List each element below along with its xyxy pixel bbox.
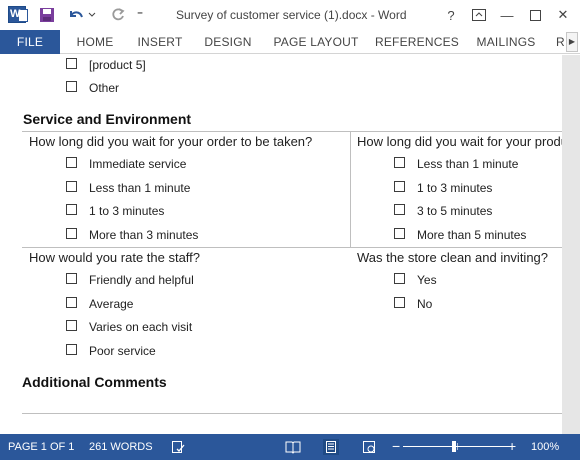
tab-mailings[interactable]: MAILINGS: [470, 30, 542, 54]
web-layout-icon[interactable]: [361, 439, 377, 455]
document-page[interactable]: [product 5] Other Service and Environmen…: [0, 55, 562, 434]
zoom-slider-tick: [457, 443, 458, 450]
tab-home[interactable]: HOME: [68, 30, 122, 54]
proofing-icon[interactable]: [170, 439, 186, 455]
word-icon[interactable]: W: [8, 6, 28, 23]
comments-line: [22, 413, 562, 414]
option-label: Less than 1 minute: [417, 157, 519, 171]
ribbon-scroll-right-button[interactable]: ▶: [566, 32, 578, 52]
table-cell-wait-product: How long did you wait for your product? …: [351, 131, 562, 247]
checkbox[interactable]: [66, 297, 77, 308]
read-mode-icon[interactable]: [285, 439, 301, 455]
maximize-icon[interactable]: [524, 4, 546, 26]
tab-page-layout[interactable]: PAGE LAYOUT: [268, 30, 364, 54]
undo-dropdown-icon[interactable]: [87, 5, 97, 25]
section-heading-comments: Additional Comments: [22, 374, 167, 390]
checkbox[interactable]: [66, 81, 77, 92]
tab-file[interactable]: FILE: [0, 30, 60, 54]
vertical-scrollbar[interactable]: [562, 55, 580, 434]
checkbox[interactable]: [66, 344, 77, 355]
document-area: [product 5] Other Service and Environmen…: [0, 55, 580, 434]
close-button[interactable]: ✕: [552, 4, 574, 26]
tab-insert[interactable]: INSERT: [130, 30, 190, 54]
checkbox[interactable]: [394, 228, 405, 239]
checkbox[interactable]: [394, 204, 405, 215]
checkbox[interactable]: [66, 204, 77, 215]
ribbon-display-options-icon[interactable]: [468, 4, 490, 26]
option-label: 3 to 5 minutes: [417, 204, 493, 218]
zoom-out-button[interactable]: −: [392, 438, 400, 454]
option-label: 1 to 3 minutes: [417, 181, 493, 195]
tab-design[interactable]: DESIGN: [198, 30, 258, 54]
minimize-button[interactable]: —: [496, 4, 518, 26]
checkbox[interactable]: [66, 228, 77, 239]
option-label: Immediate service: [89, 157, 187, 171]
option-label: Other: [89, 81, 120, 95]
tab-review[interactable]: R: [556, 30, 566, 54]
option-label: Average: [89, 297, 134, 311]
page-count[interactable]: PAGE 1 OF 1: [8, 441, 74, 453]
status-bar: PAGE 1 OF 1 261 WORDS − + 100%: [0, 434, 580, 460]
zoom-slider-thumb[interactable]: [452, 441, 456, 452]
checkbox[interactable]: [394, 157, 405, 168]
question-wait-product: How long did you wait for your product?: [357, 134, 562, 149]
customize-qat-button[interactable]: ⁼: [133, 5, 147, 25]
checkbox[interactable]: [394, 297, 405, 308]
question-clean: Was the store clean and inviting?: [357, 250, 549, 265]
tab-references[interactable]: REFERENCES: [374, 30, 460, 54]
checkbox[interactable]: [66, 181, 77, 192]
title-bar: W ⁼ Survey of customer service (1).docx …: [0, 0, 580, 30]
word-count[interactable]: 261 WORDS: [89, 441, 153, 453]
checkbox[interactable]: [394, 273, 405, 284]
checkbox[interactable]: [394, 181, 405, 192]
option-label: Varies on each visit: [89, 320, 193, 334]
checkbox[interactable]: [66, 157, 77, 168]
section-heading-service: Service and Environment: [23, 111, 192, 127]
option-label: Friendly and helpful: [89, 273, 194, 287]
option-label: More than 5 minutes: [417, 228, 527, 242]
checkbox[interactable]: [66, 320, 77, 331]
table-border: [22, 247, 562, 248]
redo-icon[interactable]: [108, 5, 128, 25]
option-label: Poor service: [89, 344, 156, 358]
option-label: More than 3 minutes: [89, 228, 199, 242]
option-label: Yes: [417, 273, 437, 287]
window-title: Survey of customer service (1).docx - Wo…: [176, 8, 407, 22]
zoom-in-button[interactable]: +: [508, 438, 516, 454]
question-wait-taken: How long did you wait for your order to …: [29, 134, 313, 149]
option-label: Less than 1 minute: [89, 181, 191, 195]
print-layout-icon[interactable]: [323, 439, 339, 455]
help-button[interactable]: ?: [440, 4, 462, 26]
question-staff: How would you rate the staff?: [29, 250, 201, 265]
undo-icon[interactable]: [66, 5, 86, 25]
checkbox[interactable]: [66, 273, 77, 284]
save-icon[interactable]: [37, 5, 57, 25]
ribbon-tabs: FILE HOME INSERT DESIGN PAGE LAYOUT REFE…: [0, 30, 580, 54]
zoom-level[interactable]: 100%: [531, 441, 559, 453]
option-label: No: [417, 297, 433, 311]
option-label: [product 5]: [89, 58, 146, 72]
option-label: 1 to 3 minutes: [89, 204, 165, 218]
checkbox[interactable]: [66, 58, 77, 69]
